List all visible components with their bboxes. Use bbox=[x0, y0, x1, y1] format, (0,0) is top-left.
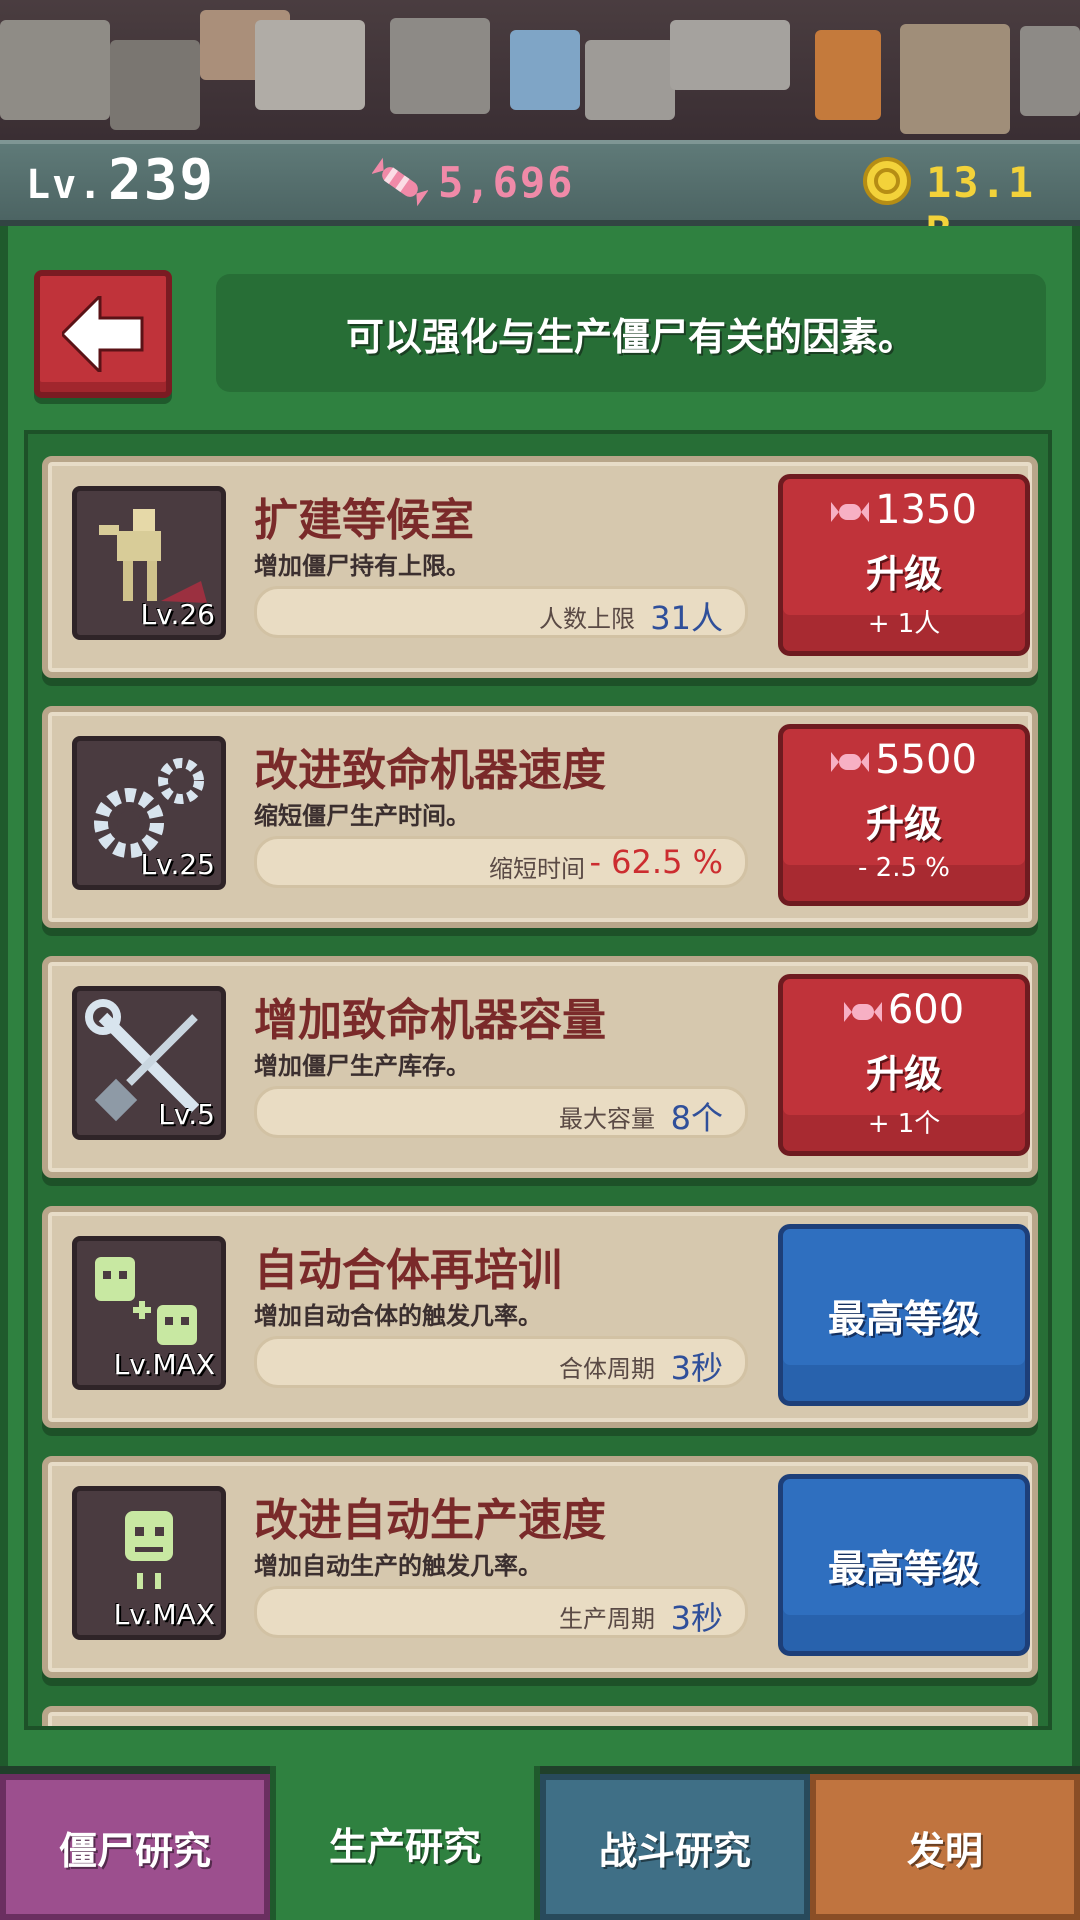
zombie-produce-icon: Lv.MAX bbox=[72, 1486, 226, 1640]
top-banner bbox=[0, 0, 1080, 140]
research-card-auto-merge: Lv.MAX 自动合体再培训 增加自动合体的触发几率。 合体周期 3秒 最高等级 bbox=[42, 1206, 1038, 1428]
zombie-sprite-icon bbox=[255, 20, 365, 110]
stat-value: 31人 bbox=[650, 599, 723, 637]
bottom-tab-bar: 僵尸研究 生产研究 战斗研究 发明 bbox=[0, 1766, 1080, 1920]
candy-icon bbox=[843, 1002, 882, 1022]
upgrade-button[interactable]: 600 升级 + 1个 bbox=[778, 974, 1030, 1156]
upgrade-cost-row: 1350 bbox=[783, 487, 1025, 533]
research-list[interactable]: Lv.26 扩建等候室 增加僵尸持有上限。 人数上限 31人 1350 升级 +… bbox=[24, 430, 1052, 1730]
upgrade-button[interactable]: 5500 升级 - 2.5 % bbox=[778, 724, 1030, 906]
upgrade-gain: + 1人 bbox=[867, 609, 941, 639]
player-level-prefix: Lv. bbox=[26, 162, 105, 208]
card-title: 增加致命机器容量 bbox=[254, 995, 606, 1046]
card-description: 增加僵尸持有上限。 bbox=[254, 552, 470, 580]
upgrade-gain: + 1个 bbox=[867, 1109, 941, 1139]
candy-icon bbox=[371, 154, 429, 210]
zombie-sprite-icon bbox=[670, 20, 790, 90]
stat-bar: 最大容量 8个 bbox=[254, 1086, 748, 1138]
card-level: Lv.MAX bbox=[113, 1598, 215, 1631]
stat-bar: 合体周期 3秒 bbox=[254, 1336, 748, 1388]
card-level: Lv.25 bbox=[140, 848, 215, 881]
upgrade-cost-row: 600 bbox=[783, 987, 1025, 1033]
stat-label: 人数上限 bbox=[539, 605, 635, 633]
upgrade-cost-row: 5500 bbox=[783, 737, 1025, 783]
stat-bar: 人数上限 31人 bbox=[254, 586, 748, 638]
header-message: 可以强化与生产僵尸有关的因素。 bbox=[216, 274, 1046, 392]
research-card-machine-capacity: Lv.5 增加致命机器容量 增加僵尸生产库存。 最大容量 8个 600 升级 +… bbox=[42, 956, 1038, 1178]
zombie-worker-icon: Lv.26 bbox=[72, 486, 226, 640]
max-level-button[interactable]: 最高等级 bbox=[778, 1474, 1030, 1656]
tab-production-research[interactable]: 生产研究 bbox=[270, 1766, 540, 1920]
stat-bar: 生产周期 3秒 bbox=[254, 1586, 748, 1638]
stat-label: 合体周期 bbox=[559, 1355, 655, 1383]
card-description: 缩短僵尸生产时间。 bbox=[254, 802, 470, 830]
stat-value: 8个 bbox=[670, 1099, 723, 1137]
stat-label: 最大容量 bbox=[559, 1105, 655, 1133]
candy-icon bbox=[831, 502, 870, 522]
card-title: 改进自动生产速度 bbox=[254, 1495, 606, 1546]
back-button[interactable] bbox=[34, 270, 172, 398]
tab-invention[interactable]: 发明 bbox=[810, 1774, 1080, 1920]
card-title: 自动合体再培训 bbox=[254, 1245, 562, 1296]
zombie-sprite-icon bbox=[110, 40, 200, 130]
zombie-sprite-icon bbox=[390, 18, 490, 114]
status-bar: Lv. 239 5,696 13.1 B bbox=[0, 140, 1080, 256]
zombie-sprite-icon bbox=[585, 40, 675, 120]
research-card-auto-production: Lv.MAX 改进自动生产速度 增加自动生产的触发几率。 生产周期 3秒 最高等… bbox=[42, 1456, 1038, 1678]
card-description: 增加自动合体的触发几率。 bbox=[254, 1302, 542, 1330]
zombie-sprite-icon bbox=[0, 20, 110, 120]
gold-coin-icon bbox=[862, 156, 912, 206]
max-level-button[interactable]: 最高等级 bbox=[778, 1224, 1030, 1406]
tab-battle-research[interactable]: 战斗研究 bbox=[540, 1774, 810, 1920]
stat-value: 3秒 bbox=[670, 1349, 723, 1387]
upgrade-cost: 1350 bbox=[875, 487, 977, 533]
candy-count: 5,696 bbox=[438, 158, 575, 207]
gears-icon: Lv.25 bbox=[72, 736, 226, 890]
upgrade-button[interactable]: 1350 升级 + 1人 bbox=[778, 474, 1030, 656]
stat-label: 缩短时间 bbox=[489, 855, 585, 883]
zombie-merge-icon: Lv.MAX bbox=[72, 1236, 226, 1390]
candy-icon bbox=[831, 752, 870, 772]
tab-zombie-research[interactable]: 僵尸研究 bbox=[0, 1774, 270, 1920]
wrench-screwdriver-icon: Lv.5 bbox=[72, 986, 226, 1140]
card-title: 改进致命机器速度 bbox=[254, 745, 606, 796]
upgrade-cost: 600 bbox=[887, 987, 965, 1033]
upgrade-label: 升级 bbox=[865, 802, 942, 846]
card-level: Lv.26 bbox=[140, 598, 215, 631]
card-title: 扩建等候室 bbox=[254, 495, 474, 546]
player-level: 239 bbox=[108, 148, 216, 213]
research-card-partial bbox=[42, 1706, 1038, 1726]
research-card-expand-waiting-room: Lv.26 扩建等候室 增加僵尸持有上限。 人数上限 31人 1350 升级 +… bbox=[42, 456, 1038, 678]
upgrade-cost: 5500 bbox=[875, 737, 977, 783]
zombie-sprite-icon bbox=[900, 24, 1010, 134]
research-card-machine-speed: Lv.25 改进致命机器速度 缩短僵尸生产时间。 缩短时间 - 62.5 % 5… bbox=[42, 706, 1038, 928]
card-description: 增加僵尸生产库存。 bbox=[254, 1052, 470, 1080]
card-level: Lv.MAX bbox=[113, 1348, 215, 1381]
zombie-sprite-icon bbox=[815, 30, 881, 120]
stat-bar: 缩短时间 - 62.5 % bbox=[254, 836, 748, 888]
stat-label: 生产周期 bbox=[559, 1605, 655, 1633]
card-level: Lv.5 bbox=[158, 1098, 215, 1131]
stat-value: - 62.5 % bbox=[589, 843, 723, 881]
upgrade-label: 升级 bbox=[865, 1052, 942, 1096]
card-description: 增加自动生产的触发几率。 bbox=[254, 1552, 542, 1580]
arrow-left-icon bbox=[59, 292, 146, 376]
upgrade-gain: - 2.5 % bbox=[858, 853, 950, 883]
upgrade-label: 升级 bbox=[865, 552, 942, 596]
zombie-sprite-icon bbox=[1020, 26, 1080, 116]
stat-value: 3秒 bbox=[670, 1599, 723, 1637]
zombie-sprite-icon bbox=[510, 30, 580, 110]
